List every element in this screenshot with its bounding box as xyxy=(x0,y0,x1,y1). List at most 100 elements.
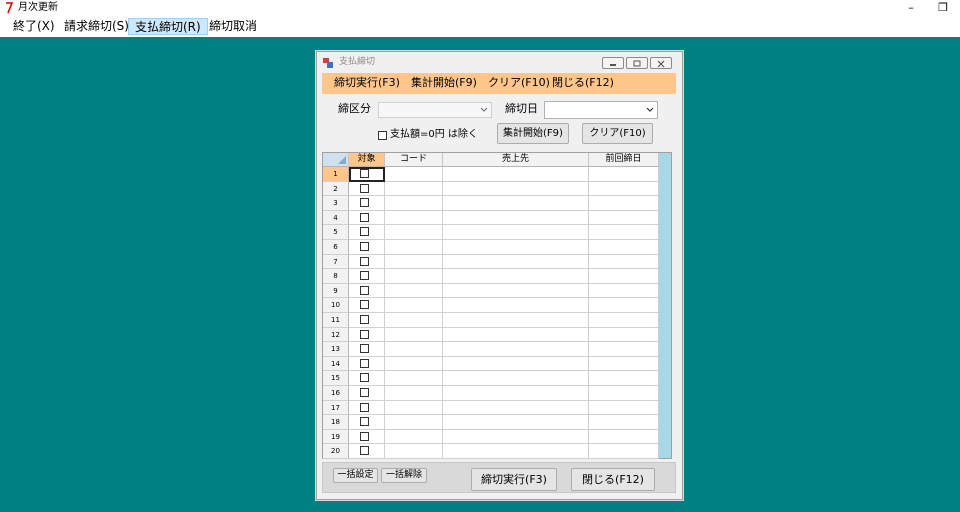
row-checkbox[interactable] xyxy=(360,169,369,178)
customer-cell[interactable] xyxy=(443,196,589,211)
customer-cell[interactable] xyxy=(443,371,589,386)
last-closing-cell[interactable] xyxy=(589,327,659,343)
close-button[interactable]: 閉じる(F12) xyxy=(571,468,655,491)
last-closing-cell[interactable] xyxy=(589,371,659,386)
window-maximize-button[interactable] xyxy=(626,57,648,69)
row-checkbox[interactable] xyxy=(360,242,369,251)
row-checkbox[interactable] xyxy=(360,285,369,295)
row-header[interactable]: 9 xyxy=(323,283,349,299)
code-cell[interactable] xyxy=(385,342,443,357)
execute-closing-button[interactable]: 締切実行(F3) xyxy=(471,468,557,491)
minimize-button[interactable]: – xyxy=(897,0,925,17)
row-checkbox[interactable] xyxy=(360,373,369,383)
closing-category-select[interactable] xyxy=(378,102,492,118)
grid-scrollbar[interactable] xyxy=(659,153,671,458)
row-header[interactable]: 11 xyxy=(323,313,349,328)
customer-cell[interactable] xyxy=(443,240,589,255)
row-header[interactable]: 17 xyxy=(323,400,349,416)
column-header-target[interactable]: 対象 xyxy=(349,153,385,167)
target-cell[interactable] xyxy=(349,429,385,445)
customer-cell[interactable] xyxy=(443,327,589,343)
target-cell[interactable] xyxy=(349,400,385,416)
row-checkbox[interactable] xyxy=(360,417,369,427)
customer-cell[interactable] xyxy=(443,210,589,226)
customer-cell[interactable] xyxy=(443,356,589,372)
aggregate-button[interactable]: 集計開始(F9) xyxy=(497,123,569,144)
customer-cell[interactable] xyxy=(443,254,589,270)
code-cell[interactable] xyxy=(385,283,443,299)
customer-cell[interactable] xyxy=(443,283,589,299)
target-cell[interactable] xyxy=(349,415,385,430)
target-cell[interactable] xyxy=(349,371,385,386)
target-cell[interactable] xyxy=(349,356,385,372)
row-header[interactable]: 4 xyxy=(323,210,349,226)
target-cell[interactable] xyxy=(349,225,385,240)
column-header-last-closing[interactable]: 前回締日 xyxy=(589,153,659,167)
row-header[interactable]: 7 xyxy=(323,254,349,270)
target-cell[interactable] xyxy=(349,386,385,401)
last-closing-cell[interactable] xyxy=(589,167,659,182)
row-header[interactable]: 1 xyxy=(323,167,349,182)
customer-cell[interactable] xyxy=(443,298,589,313)
customer-cell[interactable] xyxy=(443,415,589,430)
customer-cell[interactable] xyxy=(443,429,589,445)
last-closing-cell[interactable] xyxy=(589,298,659,313)
select-all-button[interactable]: 一括設定 xyxy=(333,468,378,483)
customer-cell[interactable] xyxy=(443,181,589,197)
grid-corner[interactable] xyxy=(323,153,349,167)
last-closing-cell[interactable] xyxy=(589,313,659,328)
row-checkbox[interactable] xyxy=(360,329,369,339)
target-cell[interactable] xyxy=(349,196,385,211)
target-cell[interactable] xyxy=(349,240,385,255)
target-cell[interactable] xyxy=(349,283,385,299)
code-cell[interactable] xyxy=(385,429,443,445)
row-checkbox[interactable] xyxy=(360,388,369,397)
menu-execute-closing[interactable]: 締切実行(F3) xyxy=(334,76,400,90)
target-cell[interactable] xyxy=(349,181,385,197)
last-closing-cell[interactable] xyxy=(589,356,659,372)
last-closing-cell[interactable] xyxy=(589,429,659,445)
row-checkbox[interactable] xyxy=(360,183,369,193)
row-header[interactable]: 20 xyxy=(323,444,349,459)
closing-date-picker[interactable] xyxy=(544,101,658,119)
row-header[interactable]: 6 xyxy=(323,240,349,255)
target-cell[interactable] xyxy=(349,327,385,343)
row-checkbox[interactable] xyxy=(360,315,369,324)
last-closing-cell[interactable] xyxy=(589,400,659,416)
customer-cell[interactable] xyxy=(443,269,589,284)
menu-start-aggregate[interactable]: 集計開始(F9) xyxy=(411,76,477,90)
menu-exit[interactable]: 終了(X) xyxy=(7,18,61,35)
code-cell[interactable] xyxy=(385,240,443,255)
row-checkbox[interactable] xyxy=(360,198,369,208)
last-closing-cell[interactable] xyxy=(589,240,659,255)
deselect-all-button[interactable]: 一括解除 xyxy=(381,468,427,483)
code-cell[interactable] xyxy=(385,400,443,416)
last-closing-cell[interactable] xyxy=(589,269,659,284)
row-header[interactable]: 18 xyxy=(323,415,349,430)
restore-button[interactable]: ❐ xyxy=(929,0,957,17)
window-close-button[interactable] xyxy=(650,57,672,69)
row-header[interactable]: 5 xyxy=(323,225,349,240)
target-cell[interactable] xyxy=(349,298,385,313)
row-header[interactable]: 3 xyxy=(323,196,349,211)
customer-cell[interactable] xyxy=(443,313,589,328)
code-cell[interactable] xyxy=(385,327,443,343)
last-closing-cell[interactable] xyxy=(589,210,659,226)
code-cell[interactable] xyxy=(385,371,443,386)
row-checkbox[interactable] xyxy=(360,431,369,441)
last-closing-cell[interactable] xyxy=(589,444,659,459)
row-checkbox[interactable] xyxy=(360,446,369,456)
target-cell[interactable] xyxy=(349,254,385,270)
menu-billing-closing[interactable]: 請求締切(S) xyxy=(58,18,135,35)
last-closing-cell[interactable] xyxy=(589,254,659,270)
last-closing-cell[interactable] xyxy=(589,342,659,357)
code-cell[interactable] xyxy=(385,225,443,240)
customer-cell[interactable] xyxy=(443,444,589,459)
last-closing-cell[interactable] xyxy=(589,225,659,240)
last-closing-cell[interactable] xyxy=(589,415,659,430)
row-header[interactable]: 10 xyxy=(323,298,349,313)
row-header[interactable]: 12 xyxy=(323,327,349,343)
clear-button[interactable]: クリア(F10) xyxy=(582,123,653,144)
code-cell[interactable] xyxy=(385,167,443,182)
row-header[interactable]: 16 xyxy=(323,386,349,401)
